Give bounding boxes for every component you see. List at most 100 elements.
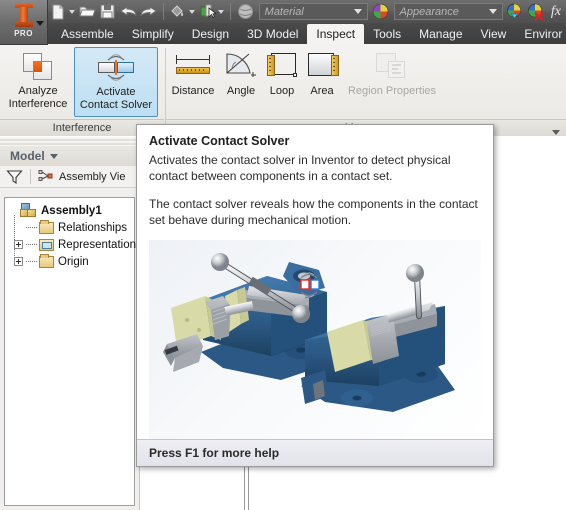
parameters-button[interactable]: fx [546, 1, 566, 22]
distance-button[interactable]: Distance [166, 47, 220, 117]
appearance-sphere-button[interactable] [370, 1, 390, 22]
toolbar-separator [162, 3, 164, 20]
save-button[interactable] [98, 1, 118, 22]
tooltip-paragraph-1: Activates the contact solver in Inventor… [149, 153, 451, 183]
area-surface-icon [305, 51, 339, 81]
open-document-button[interactable] [77, 1, 97, 22]
panel-measure: Distance Angle Loop Area Region Properti… [166, 44, 566, 136]
contact-solver-icon [96, 52, 136, 82]
material-sphere-button[interactable] [235, 1, 255, 22]
clear-appearance-button[interactable] [525, 1, 545, 22]
marker-red-block [300, 279, 310, 290]
model-browser-panel: Model Assembly Vie Assembly1 Relationshi… [0, 137, 142, 510]
tab-3d-model[interactable]: 3D Model [238, 24, 307, 44]
activate-contact-solver-label-line1: Activate [96, 86, 136, 98]
loop-button[interactable]: Loop [262, 47, 302, 117]
toolbar-separator-2 [230, 3, 232, 20]
area-button[interactable]: Area [302, 47, 342, 117]
open-folder-icon [79, 6, 96, 17]
panel-interference: Analyze Interference Activate Contact So… [0, 44, 164, 136]
tab-tools[interactable]: Tools [364, 24, 410, 44]
tooltip-footer: Press F1 for more help [137, 439, 493, 466]
material-combo-value: Material [264, 5, 304, 18]
tree-node-representations[interactable]: Representations [8, 236, 142, 253]
tab-assemble[interactable]: Assemble [52, 24, 123, 44]
area-label: Area [310, 85, 334, 97]
application-menu-arrow[interactable] [36, 21, 44, 26]
region-properties-label: Region Properties [347, 85, 437, 97]
analyze-interference-label-line2: Interference [8, 98, 68, 110]
appearance-combo[interactable]: Appearance [393, 3, 504, 20]
protractor-shape-icon [226, 53, 256, 77]
angle-label: Angle [226, 85, 256, 97]
loop-perimeter-icon [265, 51, 299, 81]
region-lines-icon [392, 64, 401, 74]
new-document-icon [52, 4, 64, 19]
undo-button[interactable] [118, 1, 138, 22]
floppy-save-icon [100, 4, 115, 19]
representations-folder-icon [39, 238, 54, 251]
activate-contact-solver-button[interactable]: Activate Contact Solver [74, 47, 158, 117]
tab-view[interactable]: View [472, 24, 516, 44]
select-cursor-icon [200, 4, 216, 19]
appearance-combo-arrow[interactable] [489, 9, 498, 14]
canvas-guide-line-2 [248, 467, 249, 510]
panel-measure-expand-arrow[interactable] [552, 130, 560, 135]
chevron-down-icon[interactable] [49, 153, 58, 159]
undo-arrow-icon [119, 6, 137, 17]
loop-label: Loop [269, 85, 295, 97]
select-mode-button[interactable] [197, 1, 217, 22]
tree-expander-placeholder [8, 206, 17, 215]
browser-drag-grip[interactable] [0, 137, 139, 146]
canvas-guide-line-1 [244, 467, 245, 510]
marker-blue-block [310, 279, 320, 290]
funnel-filter-icon[interactable] [6, 169, 23, 185]
inventor-logo-icon [13, 2, 35, 28]
analyze-interference-button[interactable]: Analyze Interference [4, 47, 72, 117]
material-combo[interactable]: Material [258, 3, 369, 20]
application-menu-button[interactable]: PRO [0, 0, 48, 45]
activate-contact-solver-label-line2: Contact Solver [79, 99, 153, 111]
tree-expander-representations[interactable] [14, 240, 23, 249]
new-document-button[interactable] [48, 1, 68, 22]
tree-branch-line-2 [26, 244, 37, 245]
adjust-appearance-button[interactable] [505, 1, 525, 22]
paint-bucket-icon [171, 5, 184, 17]
analyze-interference-label-line1: Analyze [18, 85, 58, 97]
fx-function-icon: fx [550, 3, 561, 19]
angle-button[interactable]: Angle [220, 47, 262, 117]
application-edition-label: PRO [14, 29, 33, 38]
tooltip-illustration [149, 240, 481, 439]
tab-manage[interactable]: Manage [410, 24, 471, 44]
folder-icon [39, 219, 54, 234]
browser-view-label[interactable]: Assembly Vie [59, 171, 125, 183]
assembly-view-icon[interactable] [38, 169, 55, 185]
browser-title-bar[interactable]: Model [0, 146, 139, 166]
browser-toolbar-separator [30, 169, 31, 184]
redo-button[interactable] [138, 1, 158, 22]
tab-design[interactable]: Design [183, 24, 238, 44]
tab-inspect[interactable]: Inspect [307, 24, 365, 44]
tree-expander-placeholder-2 [14, 223, 23, 232]
paint-fill-button[interactable] [168, 1, 188, 22]
tree-node-assembly1[interactable]: Assembly1 [8, 202, 134, 219]
new-document-dropdown-arrow[interactable] [69, 9, 76, 14]
tree-node-origin[interactable]: Origin [8, 253, 134, 270]
tab-environments[interactable]: Enviror [515, 24, 566, 44]
interference-overlap-icon [21, 51, 55, 81]
select-mode-dropdown-arrow[interactable] [218, 9, 225, 14]
tab-simplify[interactable]: Simplify [123, 24, 183, 44]
inventor-window: Material Appearance fx Assemble Simplify… [0, 0, 566, 510]
region-properties-button[interactable]: Region Properties [342, 47, 442, 117]
tree-expander-origin[interactable] [14, 257, 23, 266]
ribbon-panel-area: Analyze Interference Activate Contact So… [0, 44, 566, 136]
paint-fill-dropdown-arrow[interactable] [189, 9, 195, 14]
model-tree[interactable]: Assembly1 Relationships Representations … [4, 197, 142, 506]
browser-title-label: Model [10, 149, 45, 163]
handle-ball-right [406, 264, 424, 282]
tree-label-origin: Origin [58, 255, 89, 268]
tree-label-representations: Representations [58, 238, 142, 251]
tree-node-relationships[interactable]: Relationships [8, 219, 134, 236]
material-combo-arrow[interactable] [354, 9, 363, 14]
appearance-sphere-icon [372, 3, 388, 20]
